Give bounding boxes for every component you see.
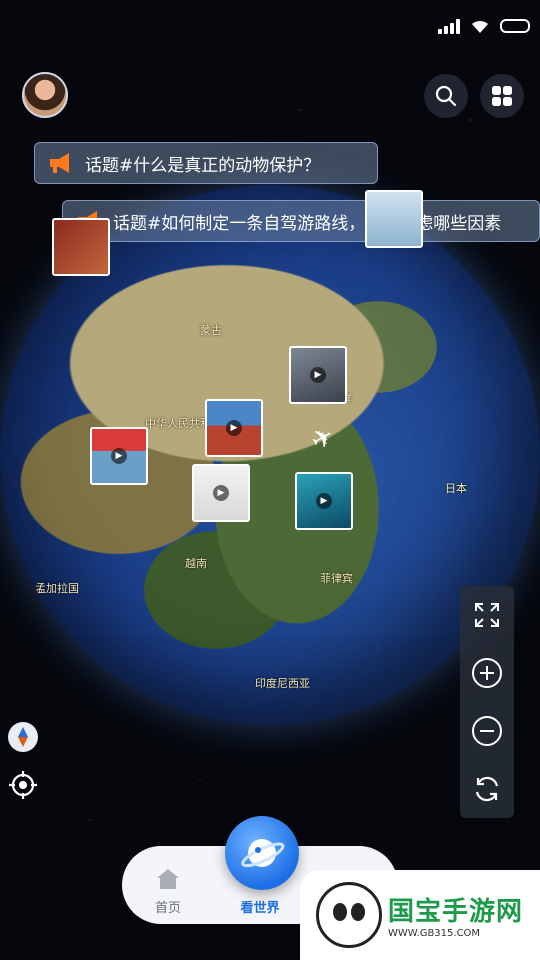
- play-icon: ▶: [310, 367, 326, 383]
- play-icon: ▶: [111, 448, 127, 464]
- video-thumbnail[interactable]: ▶: [295, 472, 353, 530]
- map-label: 印度尼西亚: [255, 677, 310, 690]
- search-button[interactable]: [424, 74, 468, 118]
- map-label: 菲律宾: [320, 572, 353, 585]
- megaphone-icon: [50, 153, 69, 173]
- zoom-in-button[interactable]: [467, 653, 507, 693]
- grid-apps-icon: [492, 86, 512, 106]
- crosshair-icon: [9, 771, 37, 799]
- topic-banner[interactable]: 话题#如何制定一条自驾游路线，需要考虑哪些因素: [62, 200, 540, 242]
- video-thumbnail[interactable]: ▶: [90, 427, 148, 485]
- planet-icon: [241, 839, 285, 868]
- refresh-icon: [475, 776, 499, 802]
- video-thumbnail[interactable]: [365, 190, 423, 248]
- world-tab-button[interactable]: [225, 816, 299, 890]
- watermark-logo: 国宝手游网 WWW.GB315.COM: [300, 870, 540, 960]
- map-label: 孟加拉国: [35, 582, 79, 595]
- play-icon: ▶: [213, 485, 229, 501]
- avatar[interactable]: [22, 72, 68, 118]
- battery-icon: [500, 19, 530, 33]
- panda-logo-icon: [316, 882, 382, 948]
- compass-icon: [18, 727, 28, 747]
- refresh-button[interactable]: [467, 769, 507, 809]
- topic-banner[interactable]: 话题#什么是真正的动物保护？: [34, 142, 378, 184]
- fullscreen-button[interactable]: [467, 595, 507, 635]
- search-icon: [435, 85, 457, 107]
- watermark-url: WWW.GB315.COM: [388, 928, 481, 939]
- video-thumbnail[interactable]: ▶: [192, 464, 250, 522]
- map-label: 日本: [445, 482, 467, 495]
- home-icon: [157, 869, 179, 889]
- zoom-out-icon: [472, 716, 502, 746]
- wifi-icon: [472, 20, 488, 33]
- topic-text: 话题#如何制定一条自驾游路线，需要考虑哪些因素: [113, 213, 502, 234]
- map-label: 蒙古: [200, 324, 222, 337]
- apps-button[interactable]: [480, 74, 524, 118]
- fullscreen-icon: [475, 603, 499, 627]
- zoom-in-icon: [472, 658, 502, 688]
- nav-item-home[interactable]: 首页: [133, 867, 203, 916]
- locate-button[interactable]: [6, 768, 40, 802]
- nav-item-label: 首页: [154, 901, 181, 916]
- play-icon: ▶: [316, 493, 332, 509]
- nav-item-label: 看世界: [240, 901, 280, 916]
- video-thumbnail[interactable]: [52, 218, 110, 276]
- status-bar: [438, 18, 530, 34]
- video-thumbnail[interactable]: ▶: [205, 399, 263, 457]
- video-thumbnail[interactable]: ▶: [289, 346, 347, 404]
- signal-icon: [438, 18, 460, 34]
- map-control-panel: [460, 586, 514, 818]
- topic-text: 话题#什么是真正的动物保护？: [85, 155, 321, 176]
- watermark-title: 国宝手游网: [388, 897, 524, 927]
- zoom-out-button[interactable]: [467, 711, 507, 751]
- play-icon: ▶: [226, 420, 242, 436]
- map-label: 越南: [185, 557, 207, 570]
- compass-button[interactable]: [8, 722, 38, 752]
